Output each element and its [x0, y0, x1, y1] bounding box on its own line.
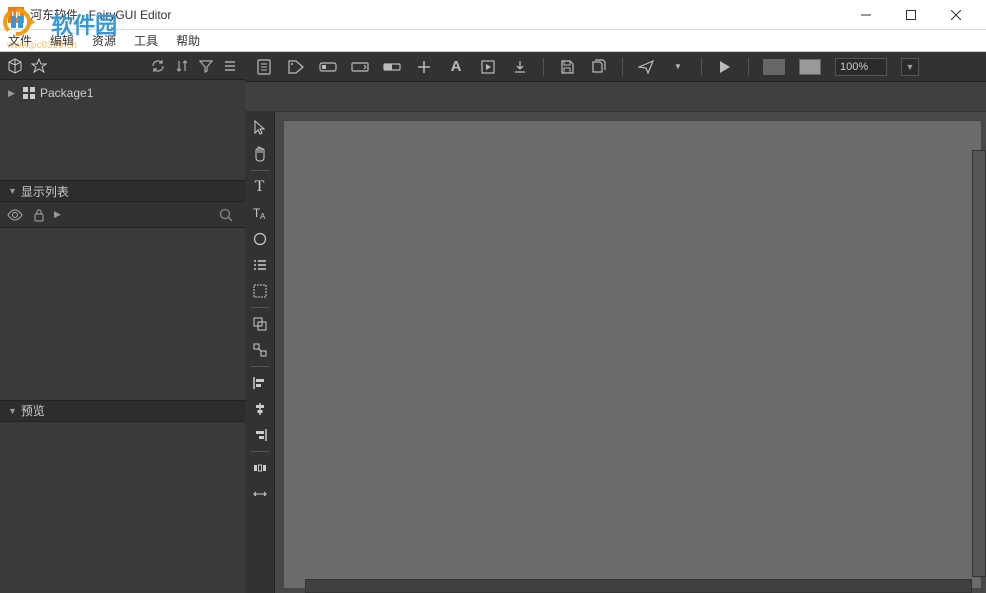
search-icon[interactable]	[213, 208, 239, 222]
svg-text:A: A	[260, 212, 266, 221]
canvas-area[interactable]	[283, 120, 982, 589]
display-list-toolbar: ▶	[0, 202, 245, 228]
library-toolbar	[0, 52, 245, 80]
align-left-icon[interactable]	[248, 371, 272, 395]
display-list-title: 显示列表	[21, 183, 69, 200]
side-toolbar: T TA	[245, 112, 275, 593]
package-item[interactable]: ▶ Package1	[8, 84, 237, 102]
richtext-tool-icon[interactable]: TA	[248, 201, 272, 225]
menu-resource[interactable]: 资源	[92, 32, 116, 49]
save-all-icon[interactable]	[590, 58, 608, 76]
page-icon[interactable]	[255, 58, 273, 76]
center-panel: A ▼ 100% ▼ T TA	[245, 52, 986, 593]
plus-icon[interactable]	[415, 58, 433, 76]
group-tool-icon[interactable]	[248, 312, 272, 336]
display-list-content[interactable]	[0, 228, 245, 400]
text-tool-icon[interactable]: T	[248, 175, 272, 199]
tool-separator	[251, 170, 269, 171]
menu-icon[interactable]	[221, 57, 239, 75]
package-icon	[22, 86, 36, 100]
close-button[interactable]	[933, 0, 978, 30]
toolbar-separator	[543, 58, 544, 76]
loader-tool-icon[interactable]	[248, 279, 272, 303]
fg-color-swatch[interactable]	[799, 59, 821, 75]
preview-content	[0, 422, 245, 593]
cube-icon[interactable]	[6, 57, 24, 75]
collapse-icon: ▼	[8, 406, 17, 416]
menu-tools[interactable]: 工具	[134, 32, 158, 49]
text-a-icon[interactable]: A	[447, 58, 465, 76]
sort-icon[interactable]	[173, 57, 191, 75]
expand-arrow-icon[interactable]: ▶	[8, 88, 18, 99]
display-list-header[interactable]: ▼ 显示列表	[0, 180, 245, 202]
app-icon: UI	[8, 7, 24, 23]
save-icon[interactable]	[558, 58, 576, 76]
tool-separator	[251, 307, 269, 308]
horizontal-scrollbar[interactable]	[305, 579, 972, 593]
same-width-icon[interactable]	[248, 482, 272, 506]
movie-icon[interactable]	[479, 58, 497, 76]
window-title: 河东软件 - FairyGUI Editor	[30, 6, 843, 23]
menu-file[interactable]: 文件	[8, 32, 32, 49]
minimize-button[interactable]	[843, 0, 888, 30]
eye-icon[interactable]	[6, 206, 24, 224]
preview-title: 预览	[21, 402, 45, 419]
menu-help[interactable]: 帮助	[176, 32, 200, 49]
menu-edit[interactable]: 编辑	[50, 32, 74, 49]
tool-separator	[251, 451, 269, 452]
expand-arrow-icon[interactable]: ▶	[54, 209, 64, 220]
main-toolbar: A ▼ 100% ▼	[245, 52, 986, 82]
toolbar-separator	[748, 58, 749, 76]
combo-icon[interactable]	[351, 58, 369, 76]
play-icon[interactable]	[716, 58, 734, 76]
hand-tool-icon[interactable]	[248, 142, 272, 166]
collapse-icon: ▼	[8, 186, 17, 196]
tag-icon[interactable]	[287, 58, 305, 76]
zoom-input[interactable]: 100%	[835, 58, 887, 76]
select-tool-icon[interactable]	[248, 116, 272, 140]
refresh-icon[interactable]	[149, 57, 167, 75]
document-tab-bar[interactable]	[245, 82, 986, 112]
menu-bar: 文件 编辑 资源 工具 帮助	[0, 30, 986, 52]
relation-tool-icon[interactable]	[248, 338, 272, 362]
toolbar-separator	[622, 58, 623, 76]
library-tree[interactable]: ▶ Package1	[0, 80, 245, 180]
filter-icon[interactable]	[197, 57, 215, 75]
lock-icon[interactable]	[30, 206, 48, 224]
import-icon[interactable]	[511, 58, 529, 76]
list-tool-icon[interactable]	[248, 253, 272, 277]
zoom-dropdown[interactable]: ▼	[901, 58, 919, 76]
window-titlebar: UI 河东软件 - FairyGUI Editor	[0, 0, 986, 30]
button-icon[interactable]	[319, 58, 337, 76]
maximize-button[interactable]	[888, 0, 933, 30]
align-center-h-icon[interactable]	[248, 397, 272, 421]
left-panel: ▶ Package1 ▼ 显示列表 ▶	[0, 52, 245, 593]
distribute-h-icon[interactable]	[248, 456, 272, 480]
preview-header[interactable]: ▼ 预览	[0, 400, 245, 422]
progress-icon[interactable]	[383, 58, 401, 76]
package-label: Package1	[40, 86, 93, 100]
align-right-icon[interactable]	[248, 423, 272, 447]
publish-dropdown-icon[interactable]: ▼	[669, 58, 687, 76]
toolbar-separator	[701, 58, 702, 76]
star-icon[interactable]	[30, 57, 48, 75]
bg-color-swatch[interactable]	[763, 59, 785, 75]
shape-tool-icon[interactable]	[248, 227, 272, 251]
tool-separator	[251, 366, 269, 367]
vertical-scrollbar[interactable]	[972, 150, 986, 577]
publish-icon[interactable]	[637, 58, 655, 76]
